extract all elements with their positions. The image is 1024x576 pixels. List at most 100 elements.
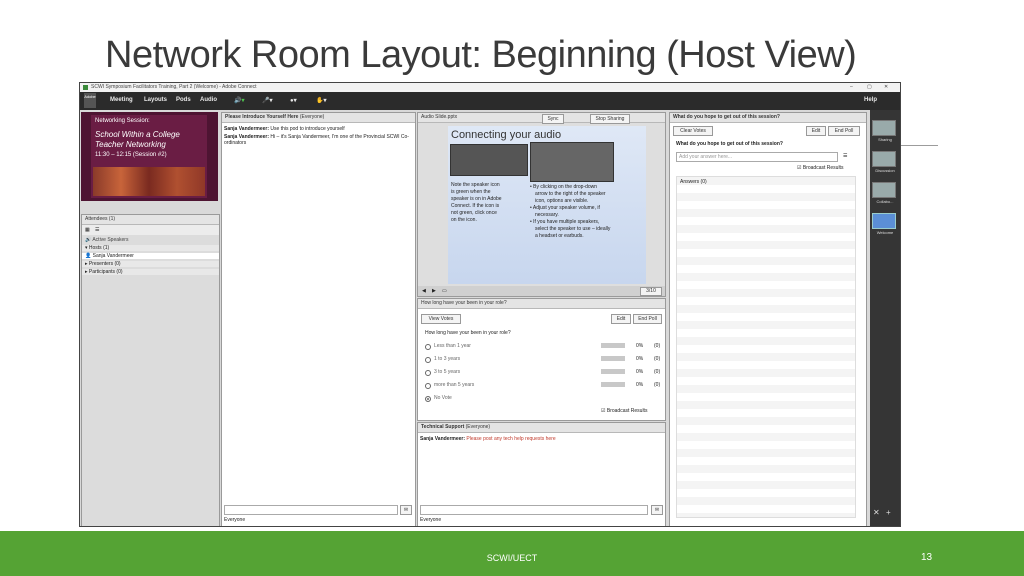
poll-option-radio[interactable]	[425, 370, 431, 376]
menu-audio[interactable]: Audio	[200, 97, 217, 103]
layout-thumb-sharing[interactable]	[872, 120, 896, 136]
chat-recipient-select[interactable]: Everyone	[224, 517, 245, 523]
broadcast-results-checkbox[interactable]: ☑ Broadcast Results	[797, 165, 843, 171]
view-votes-button[interactable]: View Votes	[421, 314, 461, 324]
poll-count: (0)	[654, 356, 661, 362]
menu-icon[interactable]: ☰	[843, 153, 847, 159]
poll-option-label: 3 to 5 years	[434, 369, 461, 375]
menu-layouts[interactable]: Layouts	[144, 97, 167, 103]
host-attendee[interactable]: 👤 Sanja Vandermeer	[82, 253, 219, 259]
session-question: What do you hope to get out of this sess…	[676, 141, 783, 147]
chat-input[interactable]	[224, 505, 398, 515]
microphone-icon[interactable]: 🎤▾	[262, 97, 272, 104]
chat-recipient-select[interactable]: Everyone	[420, 517, 441, 523]
participants-group[interactable]: ▸ Participants (0)	[82, 269, 219, 275]
poll-header: How long have your been in your role?	[418, 299, 665, 309]
attendees-header: Attendees (1)	[82, 215, 219, 225]
answers-list: Answers (0)	[676, 176, 856, 518]
edit-button[interactable]: Edit	[611, 314, 631, 324]
share-line2: School Within a College	[95, 130, 180, 139]
slide-bullet-cont: arrow to the right of the speaker	[535, 191, 606, 197]
slide-left-text-5: not green, click once	[451, 210, 497, 216]
page-indicator: 3/10	[640, 287, 662, 296]
slide-left-text-3: speaker is on in Adobe	[451, 196, 502, 202]
menu-meeting[interactable]: Meeting	[110, 97, 133, 103]
poll-pct: 0%	[636, 382, 644, 388]
fullscreen-icon[interactable]: ▭	[442, 288, 447, 294]
sync-button[interactable]: Sync	[542, 114, 564, 124]
grid-view-icon[interactable]: ▦	[85, 227, 90, 233]
slide-canvas: Connecting your audio Note the speaker i…	[448, 126, 646, 284]
poll-option-label: more than 5 years	[434, 382, 475, 388]
poll-count: (0)	[654, 382, 661, 388]
window-titlebar: SCWI Symposium Facilitators Training, Pa…	[80, 83, 900, 92]
raise-hand-icon[interactable]: ✋▾	[316, 97, 326, 104]
tools-icon[interactable]: ✕	[873, 509, 880, 517]
send-icon[interactable]: ✉	[651, 505, 663, 515]
decorative-line	[898, 145, 938, 146]
clear-votes-button[interactable]: Clear Votes	[673, 126, 713, 136]
presenters-group[interactable]: ▸ Presenters (0)	[82, 261, 219, 267]
restore-icon[interactable]: ▢	[867, 84, 872, 90]
layouts-bar: Sharing Discussion Collabo... Welcome ✕ …	[870, 110, 900, 526]
tech-support-header: Technical Support (Everyone)	[418, 423, 665, 433]
layout-thumb-collaboration[interactable]	[872, 182, 896, 198]
edit-button[interactable]: Edit	[806, 126, 826, 136]
hosts-group[interactable]: ▾ Hosts (1)	[82, 245, 219, 251]
poll-option-radio[interactable]	[425, 344, 431, 350]
slide-bullet-cont: select the speaker to use – ideally	[535, 226, 611, 232]
slide-bullet: • Adjust your speaker volume, if	[530, 205, 600, 211]
speaker-icon[interactable]: 🔊▾	[234, 97, 244, 104]
layout-thumb-welcome[interactable]	[872, 213, 896, 229]
poll-result-bar	[601, 356, 625, 361]
poll-count: (0)	[654, 343, 661, 349]
attendees-pod: Attendees (1) ▦ ☰ 🔊 Active Speakers ▾ Ho…	[81, 214, 220, 526]
camera-icon[interactable]: ●▾	[290, 97, 297, 104]
poll-result-bar	[601, 369, 625, 374]
menu-bar: Adobe Meeting Layouts Pods Audio 🔊▾ 🎤▾ ●…	[80, 92, 900, 110]
help-menu[interactable]: Help	[864, 97, 877, 103]
add-layout-icon[interactable]: +	[886, 509, 891, 517]
menu-pods[interactable]: Pods	[176, 97, 191, 103]
answers-header: Answers (0)	[680, 179, 707, 185]
poll-option-radio-selected[interactable]	[425, 396, 431, 402]
audio-slide-pod: Audio Slide.pptx Sync Stop Sharing Conne…	[417, 112, 666, 297]
slide-controls: ◀ ▶ ▭ 3/10	[418, 286, 665, 296]
layout-label: Discussion	[875, 168, 895, 173]
app-icon	[83, 85, 88, 90]
end-poll-button[interactable]: End Poll	[828, 126, 860, 136]
poll-pct: 0%	[636, 343, 644, 349]
session-goals-header: What do you hope to get out of this sess…	[670, 113, 866, 123]
share-photo-strip	[93, 167, 205, 196]
poll-option-radio[interactable]	[425, 357, 431, 363]
next-slide-icon[interactable]: ▶	[432, 288, 436, 294]
intro-chat-header: Please Introduce Yourself Here (Everyone…	[222, 113, 415, 123]
chat-input[interactable]	[420, 505, 648, 515]
prev-slide-icon[interactable]: ◀	[422, 288, 426, 294]
close-icon[interactable]: ✕	[884, 84, 888, 90]
share-pod: Networking Session: School Within a Coll…	[81, 112, 218, 201]
slide-left-text-6: on the icon.	[451, 217, 477, 223]
stop-sharing-button[interactable]: Stop Sharing	[590, 114, 630, 124]
answer-input[interactable]: Add your answer here...	[676, 152, 838, 162]
poll-pct: 0%	[636, 369, 644, 375]
poll-result-bar	[601, 343, 625, 348]
chat-message: Sanja Vandermeer: Use this pod to introd…	[224, 126, 345, 132]
layout-thumb-discussion[interactable]	[872, 151, 896, 167]
send-icon[interactable]: ✉	[400, 505, 412, 515]
poll-option-radio[interactable]	[425, 383, 431, 389]
list-view-icon[interactable]: ☰	[95, 227, 99, 233]
slide-bullet-cont: icon, options are visible.	[535, 198, 589, 204]
chat-message-continued: ordinators	[224, 140, 247, 146]
slide-screenshot-2	[530, 142, 614, 182]
layout-label: Collabo...	[876, 199, 894, 204]
slide-bullet: • If you have multiple speakers,	[530, 219, 600, 225]
poll-option-label: 1 to 3 years	[434, 356, 461, 362]
broadcast-results-checkbox[interactable]: ☑ Broadcast Results	[601, 408, 647, 414]
minimize-icon[interactable]: –	[850, 84, 853, 90]
slide-heading: Connecting your audio	[451, 129, 562, 141]
end-poll-button[interactable]: End Poll	[633, 314, 662, 324]
window-title: SCWI Symposium Facilitators Training, Pa…	[91, 84, 257, 90]
layout-label: Sharing	[878, 137, 892, 142]
share-line4: 11:30 – 12:15 (Session #2)	[95, 152, 167, 158]
